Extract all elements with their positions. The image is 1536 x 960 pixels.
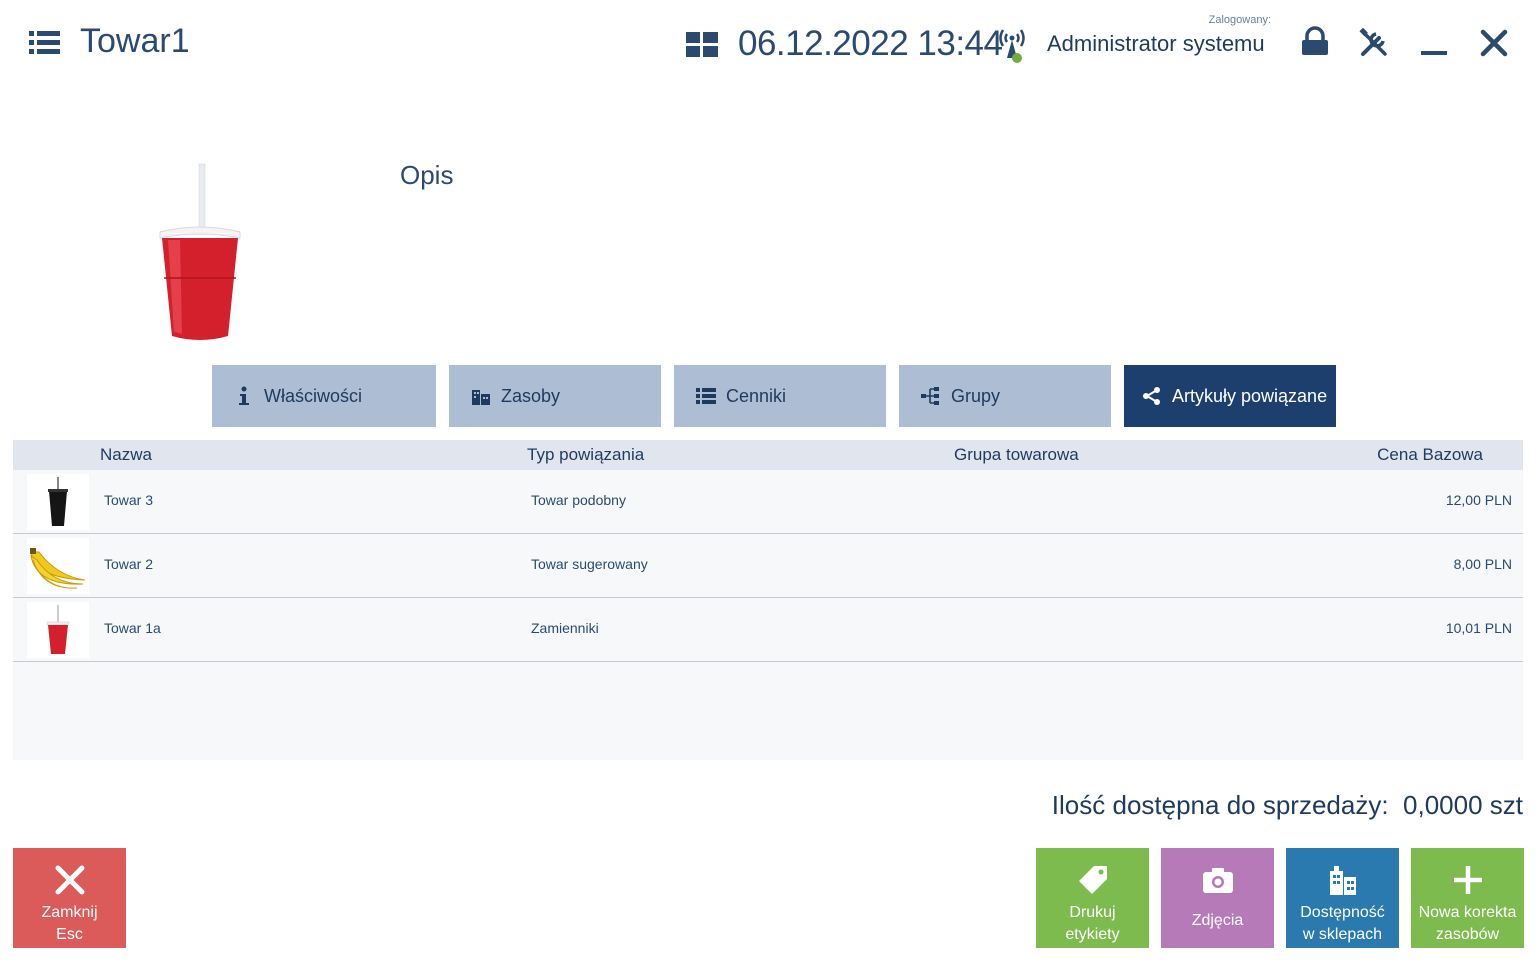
plus-icon: [1448, 860, 1488, 900]
tab-label: Grupy: [951, 385, 1001, 406]
table-row[interactable]: Towar 3 Towar podobny 12,00 PLN: [13, 470, 1523, 534]
new-correction-line2: zasobów: [1435, 926, 1500, 943]
camera-icon: [1198, 860, 1238, 900]
column-header-group[interactable]: Grupa towarowa: [954, 445, 1079, 465]
table-header: Nazwa Typ powiązania Grupa towarowa Cena…: [13, 440, 1523, 470]
tab-label: Właściwości: [264, 385, 363, 406]
logged-in-label: Zalogowany:: [1208, 14, 1271, 26]
column-header-type[interactable]: Typ powiązania: [527, 445, 644, 465]
cell-price: 8,00 PLN: [1453, 556, 1512, 572]
tab-wlasciwosci[interactable]: Właściwości: [212, 365, 436, 427]
minimize-icon[interactable]: [1417, 26, 1451, 60]
share-icon: [1142, 386, 1162, 406]
photos-button[interactable]: Zdjęcia: [1161, 848, 1274, 948]
buildings-icon: [1323, 860, 1363, 900]
tab-cenniki[interactable]: Cenniki: [674, 365, 886, 427]
store-availability-button[interactable]: Dostępność w sklepach: [1286, 848, 1399, 948]
store-availability-line1: Dostępność: [1300, 904, 1385, 921]
datetime: 06.12.2022 13:44: [738, 24, 1003, 63]
cell-type: Towar podobny: [531, 492, 626, 508]
print-labels-button[interactable]: Drukuj etykiety: [1036, 848, 1149, 948]
column-header-name[interactable]: Nazwa: [100, 445, 152, 465]
tab-label: Cenniki: [726, 385, 787, 406]
cell-type: Zamienniki: [531, 620, 599, 636]
tools-icon[interactable]: [1357, 26, 1391, 60]
cell-name: Towar 1a: [104, 620, 161, 636]
cell-name: Towar 3: [104, 492, 154, 508]
tab-label: Zasoby: [501, 385, 561, 406]
new-stock-correction-button[interactable]: Nowa korekta zasobów: [1411, 848, 1524, 948]
item-thumbnail-red-cup: [27, 602, 89, 658]
cell-price: 10,01 PLN: [1445, 620, 1512, 636]
close-icon: [50, 860, 90, 900]
tab-label: Artykuły powiązane: [1172, 385, 1328, 406]
user-name: Administrator systemu: [1047, 31, 1265, 56]
item-thumbnail-black-cup: [27, 474, 89, 530]
cell-price: 12,00 PLN: [1445, 492, 1512, 508]
window-title: Towar1: [80, 22, 190, 60]
header: Towar1 06.12.2022 13:44 Zalogowany: Admi…: [0, 0, 1536, 90]
cell-type: Towar sugerowany: [531, 556, 648, 572]
print-labels-line2: etykiety: [1065, 926, 1120, 943]
table-row[interactable]: Towar 2 Towar sugerowany 8,00 PLN: [13, 534, 1523, 598]
related-items-table: Nazwa Typ powiązania Grupa towarowa Cena…: [13, 440, 1523, 760]
tree-icon: [921, 386, 941, 406]
available-value: 0,0000 szt: [1403, 790, 1523, 820]
close-button-shortcut: Esc: [56, 926, 83, 943]
print-labels-line1: Drukuj: [1069, 904, 1116, 921]
available-quantity: Ilość dostępna do sprzedaży: 0,0000 szt: [1052, 790, 1523, 821]
lock-icon[interactable]: [1298, 26, 1332, 60]
close-button[interactable]: Zamknij Esc: [13, 848, 126, 948]
close-window-icon[interactable]: [1477, 26, 1511, 60]
info-icon: [234, 386, 254, 406]
list-icon: [696, 386, 716, 406]
tab-grupy[interactable]: Grupy: [899, 365, 1111, 427]
table-row[interactable]: Towar 1a Zamienniki 10,01 PLN: [13, 598, 1523, 662]
tag-icon: [1073, 860, 1113, 900]
menu-icon[interactable]: [28, 29, 62, 57]
dashboard-grid-icon[interactable]: [686, 32, 718, 58]
description-label: Opis: [400, 160, 454, 190]
cell-name: Towar 2: [104, 556, 154, 572]
connection-signal-icon: [995, 26, 1029, 64]
close-button-label: Zamknij: [41, 904, 98, 921]
tab-artykuly-powiazane[interactable]: Artykuły powiązane: [1124, 365, 1336, 427]
photos-label: Zdjęcia: [1191, 912, 1244, 929]
item-thumbnail-bananas: [27, 538, 89, 594]
column-header-price[interactable]: Cena Bazowa: [1377, 445, 1483, 465]
tab-zasoby[interactable]: Zasoby: [449, 365, 661, 427]
product-image: [150, 160, 250, 345]
available-label: Ilość dostępna do sprzedaży:: [1051, 790, 1389, 820]
store-availability-line2: w sklepach: [1302, 926, 1383, 943]
new-correction-line1: Nowa korekta: [1418, 904, 1517, 921]
buildings-icon: [471, 386, 491, 406]
